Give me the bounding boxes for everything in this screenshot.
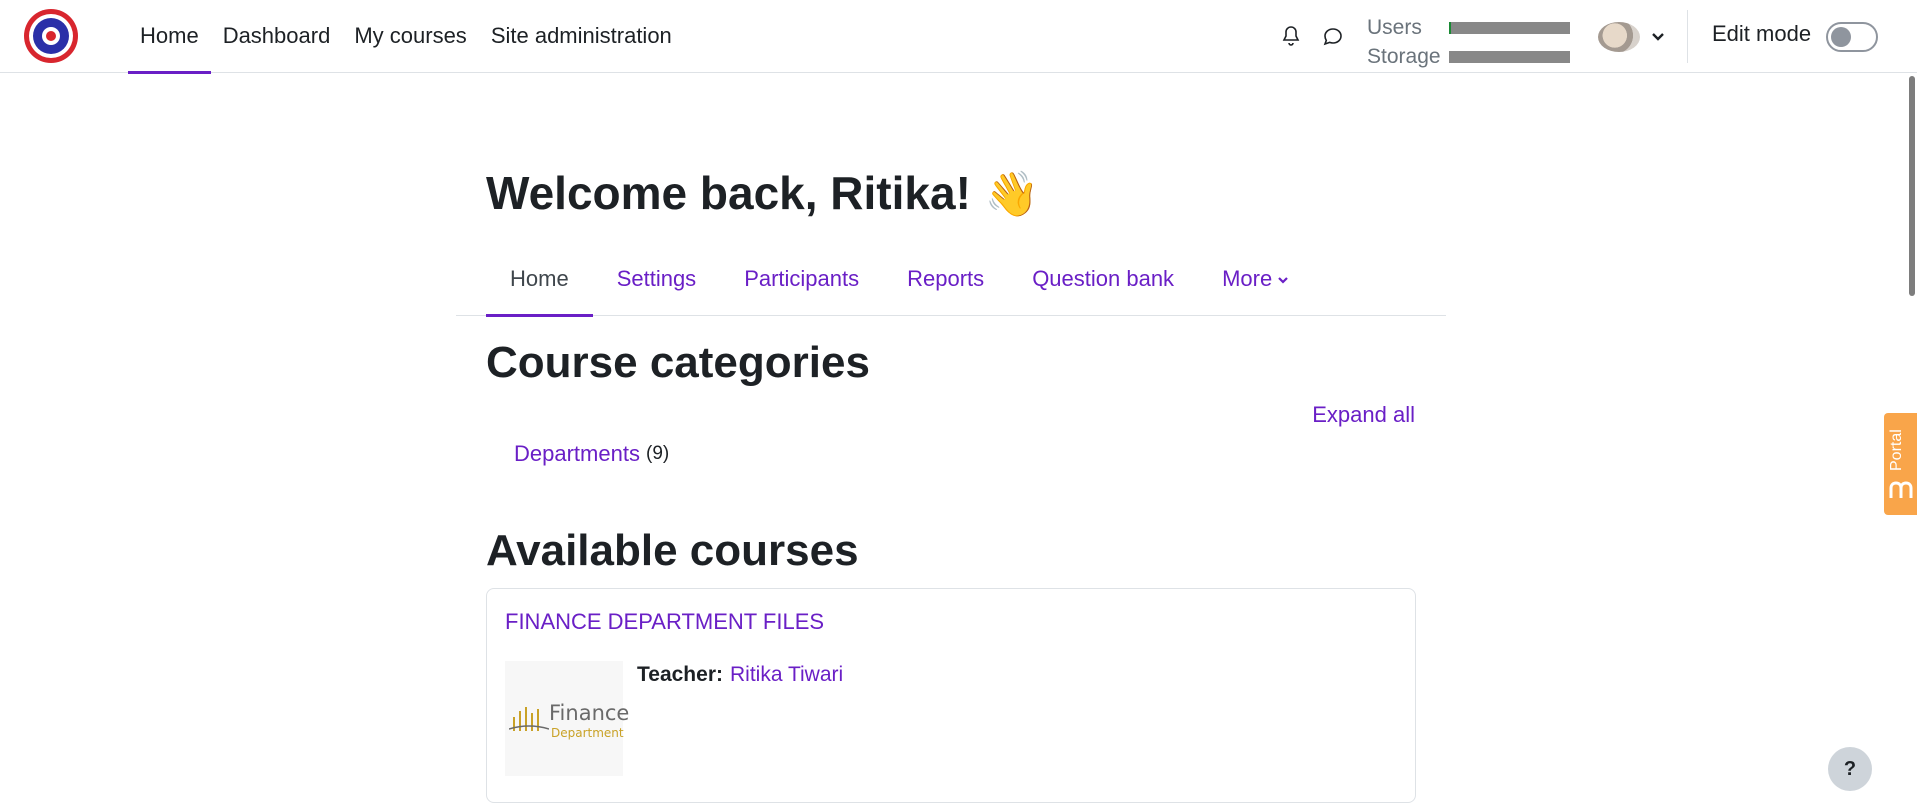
nav-site-administration[interactable]: Site administration [479, 0, 684, 73]
users-quota-bar [1449, 21, 1570, 34]
course-image-title: Finance [549, 701, 630, 725]
storage-quota-bar [1449, 50, 1570, 63]
page-title: Welcome back, Ritika! 👋 [486, 166, 1040, 220]
edit-mode-toggle[interactable] [1826, 22, 1878, 52]
course-image-subtitle: Department [551, 726, 624, 740]
quota-indicator: Users Storage [1367, 13, 1570, 71]
chevron-down-icon[interactable] [1648, 27, 1668, 47]
tab-more[interactable]: More [1198, 256, 1314, 316]
nav-home[interactable]: Home [128, 0, 211, 74]
tab-home[interactable]: Home [486, 256, 593, 317]
portal-label: Portal [1888, 429, 1905, 471]
tab-reports[interactable]: Reports [883, 256, 1008, 316]
expand-all-link[interactable]: Expand all [1312, 402, 1415, 428]
tab-question-bank[interactable]: Question bank [1008, 256, 1198, 316]
secondary-navigation: Home Settings Participants Reports Quest… [456, 256, 1446, 317]
course-categories-heading: Course categories [486, 338, 870, 387]
edit-mode-label: Edit mode [1712, 21, 1812, 46]
category-course-count: (9) [646, 443, 670, 464]
storage-quota-label: Storage [1367, 44, 1441, 68]
tab-more-label: More [1222, 266, 1273, 291]
site-logo[interactable] [20, 7, 82, 65]
course-card: FINANCE DEPARTMENT FILES Finance Departm… [486, 588, 1416, 803]
primary-navigation: Home Dashboard My courses Site administr… [128, 0, 684, 74]
bar-graph-icon [509, 707, 549, 731]
user-avatar[interactable] [1598, 22, 1640, 52]
users-quota-label: Users [1367, 15, 1422, 39]
available-courses-heading: Available courses [486, 526, 859, 575]
course-image[interactable]: Finance Department [505, 661, 629, 776]
chevron-down-icon [1278, 277, 1288, 284]
category-link-departments[interactable]: Departments [514, 441, 640, 467]
navbar-divider [1687, 10, 1688, 63]
course-name-link[interactable]: FINANCE DEPARTMENT FILES [505, 609, 824, 635]
chat-bubble-icon[interactable] [1321, 24, 1345, 48]
teacher-name-link[interactable]: Ritika Tiwari [730, 663, 843, 687]
teacher-label: Teacher: [637, 663, 723, 686]
users-quota-fill [1449, 21, 1452, 34]
nav-dashboard[interactable]: Dashboard [211, 0, 343, 73]
moodle-m-icon [1889, 481, 1913, 498]
help-button[interactable]: ? [1828, 747, 1872, 791]
waving-hand-emoji: 👋 [984, 170, 1040, 219]
nav-my-courses[interactable]: My courses [342, 0, 478, 73]
top-navbar: Home Dashboard My courses Site administr… [0, 0, 1917, 74]
scrollbar-thumb[interactable] [1909, 76, 1915, 296]
tab-participants[interactable]: Participants [720, 256, 883, 316]
welcome-text: Welcome back, Ritika! [486, 167, 971, 219]
bell-icon[interactable] [1279, 24, 1303, 48]
tab-settings[interactable]: Settings [593, 256, 721, 316]
